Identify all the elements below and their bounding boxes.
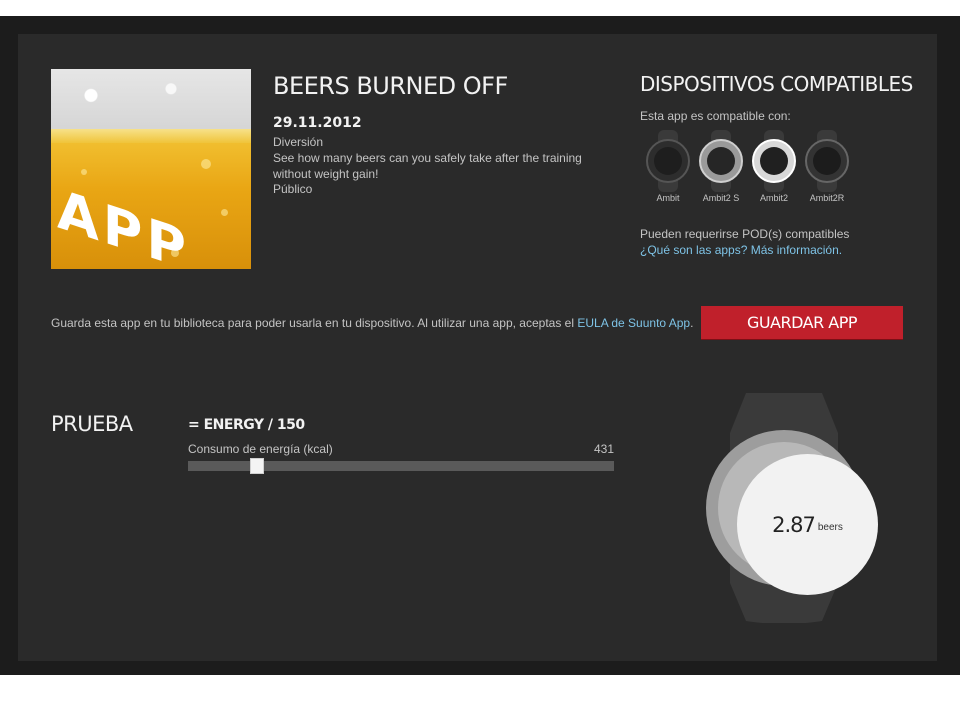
energy-slider[interactable] [188,458,614,474]
device-name: Ambit2 S [702,193,740,203]
app-title: BEERS BURNED OFF [273,72,508,100]
bubble [221,209,228,216]
app-date: 29.11.2012 [273,115,362,131]
device-ambit: Ambit [644,130,692,203]
formula: = ENERGY / 150 [188,417,305,433]
slider-handle[interactable] [250,458,264,474]
slider-max-value: 431 [593,442,614,456]
pod-requirement-text: Pueden requerirse POD(s) compatibles [640,227,850,241]
app-thumbnail: APP [51,69,251,269]
watch-icon [699,130,743,192]
beer-rim [51,129,251,143]
device-ambit2r: Ambit2R [803,130,851,203]
beer-foam [51,69,251,135]
watch-icon [805,130,849,192]
app-visibility: Público [273,182,313,196]
page-frame: APP BEERS BURNED OFF 29.11.2012 Diversió… [0,16,960,675]
save-text-after: . [690,316,694,330]
save-app-button[interactable]: GUARDAR APP [701,306,903,339]
app-description: See how many beers can you safely take a… [273,151,582,181]
bubble [81,169,87,175]
watch-icon [646,130,690,192]
test-section-title: PRUEBA [51,412,133,436]
apps-info-link[interactable]: ¿Qué son las apps? Más información. [640,243,842,257]
watch-unit: beers [817,522,843,533]
watch-icon [752,130,796,192]
bubble [201,159,211,169]
device-list: Ambit Ambit2 S Ambit2 Ambit2R [644,130,864,210]
watch-display: 2.87 beers [737,454,878,595]
device-name: Ambit2 [759,193,788,203]
device-name: Ambit [656,193,680,203]
save-text-before: Guarda esta app en tu biblioteca para po… [51,316,578,330]
devices-subtitle: Esta app es compatible con: [640,109,791,123]
thumbnail-label: APP [57,177,190,269]
app-category: Diversión [273,135,324,149]
watch-value: 2.87 [772,512,816,537]
save-description: Guarda esta app en tu biblioteca para po… [51,316,693,330]
slider-label: Consumo de energía (kcal) [188,442,333,456]
device-ambit2s: Ambit2 S [697,130,745,203]
eula-link[interactable]: EULA de Suunto App [577,316,690,330]
devices-title: DISPOSITIVOS COMPATIBLES [640,72,913,96]
device-name: Ambit2R [809,193,845,203]
device-ambit2: Ambit2 [750,130,798,203]
